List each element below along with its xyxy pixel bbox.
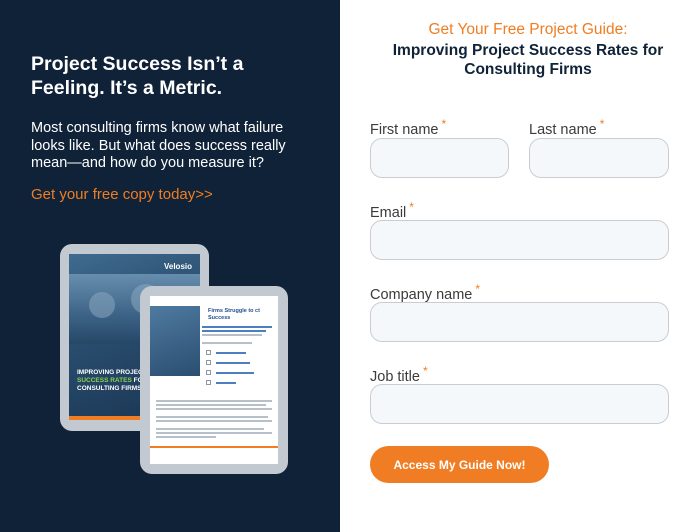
promo-panel: Project Success Isn’t a Feeling. It’s a …: [0, 0, 340, 532]
ebook-page: Firms Struggle to ct Success: [150, 296, 278, 464]
velosio-logo: Velosio: [163, 262, 192, 271]
page-text-line: [216, 382, 236, 384]
email-field[interactable]: [370, 220, 669, 260]
cover-photo-person: [89, 292, 115, 318]
last-name-label-text: Last name: [529, 121, 597, 138]
page-text-line: [156, 428, 264, 430]
required-marker: *: [422, 364, 428, 378]
first-name-label-text: First name: [370, 121, 439, 138]
page-text-line: [156, 408, 272, 410]
page-text-line: [216, 352, 246, 354]
cover-title-line1: IMPROVING PROJECT: [77, 369, 147, 376]
page-photo: [150, 306, 200, 376]
page-accent-bar: [150, 446, 278, 448]
company-name-label-text: Company name: [370, 286, 473, 303]
cover-title-highlight: SUCCESS RATES: [77, 377, 132, 384]
get-free-copy-link[interactable]: Get your free copy today>>: [31, 186, 213, 203]
company-name-field[interactable]: [370, 302, 669, 342]
page-text-line: [216, 372, 254, 374]
first-name-label: First name *: [370, 117, 446, 138]
company-name-label: Company name *: [370, 282, 480, 303]
last-name-field[interactable]: [529, 138, 669, 178]
email-label: Email *: [370, 200, 414, 221]
required-marker: *: [475, 282, 481, 296]
page-text-line: [156, 404, 266, 406]
required-marker: *: [599, 117, 605, 131]
page-text-line: [156, 432, 272, 434]
form-subtitle: Get Your Free Project Guide:: [428, 21, 628, 38]
cover-title-line3: CONSULTING FIRMS: [77, 385, 142, 392]
page-text-line: [202, 342, 252, 344]
page-text-line: [202, 334, 262, 336]
first-name-field[interactable]: [370, 138, 509, 178]
job-title-field[interactable]: [370, 384, 669, 424]
ebook-page-tablet-image: Firms Struggle to ct Success: [140, 286, 288, 474]
form-header: Get Your Free Project Guide: Improving P…: [356, 21, 700, 79]
page-checklist-icon: [206, 350, 211, 355]
promo-headline: Project Success Isn’t a Feeling. It’s a …: [31, 53, 244, 99]
job-title-label: Job title *: [370, 364, 428, 385]
required-marker: *: [409, 200, 414, 214]
last-name-label: Last name *: [529, 117, 604, 138]
email-label-text: Email: [370, 204, 407, 221]
page-text-line: [202, 326, 272, 328]
page-text-line: [202, 330, 266, 332]
page-text-line: [216, 362, 250, 364]
page-checklist-icon: [206, 380, 211, 385]
job-title-label-text: Job title: [370, 368, 420, 385]
ebook-page-heading: Firms Struggle to ct Success: [208, 308, 260, 321]
required-marker: *: [441, 117, 447, 131]
page-checklist-icon: [206, 370, 211, 375]
access-guide-button[interactable]: Access My Guide Now!: [370, 446, 549, 483]
page-text-line: [156, 420, 272, 422]
form-title: Improving Project Success Rates for Cons…: [392, 42, 664, 78]
promo-description: Most consulting firms know what failure …: [31, 120, 286, 171]
page-text-line: [156, 436, 216, 438]
page-text-line: [156, 400, 272, 402]
page-text-line: [156, 416, 268, 418]
page-checklist-icon: [206, 360, 211, 365]
